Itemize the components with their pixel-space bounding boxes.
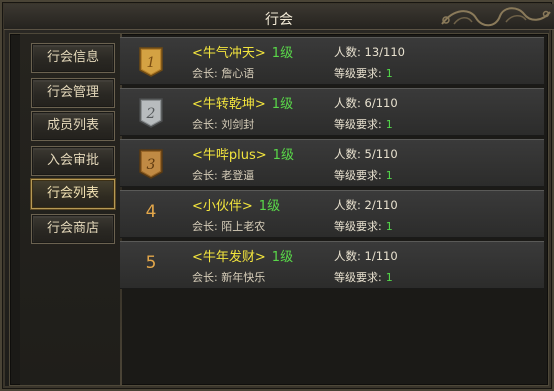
title-bar[interactable]: 行会: [4, 4, 554, 30]
guild-level: 1级: [258, 199, 281, 214]
sidebar-item-guild-list[interactable]: 行会列表: [31, 179, 115, 209]
guild-members: 人数: 13/110: [334, 45, 405, 59]
svg-text:2: 2: [146, 106, 156, 122]
guild-members: 人数: 6/110: [334, 96, 398, 110]
guild-row[interactable]: 2 <牛转乾坤> 1级 会长: 刘剑封 人数: 6/110 等级要求: 1: [120, 88, 544, 136]
svg-text:3: 3: [147, 157, 156, 173]
silver-rank-badge-icon: 2: [139, 98, 163, 128]
guild-row[interactable]: 4 <小伙伴> 1级 会长: 陌上老农 人数: 2/110 等级要求: 1: [120, 190, 544, 238]
guild-row[interactable]: 5 <牛年发财> 1级 会长: 新年快乐 人数: 1/110 等级要求: 1: [120, 241, 544, 289]
guild-window: 行会 行会信息 行会管理 成员列表 入会审批 行会列表 行会商店 1 <牛气冲天: [0, 0, 554, 391]
guild-leader: 会长: 刘剑封: [192, 118, 255, 131]
guild-row[interactable]: 3 <牛哔plus> 1级 会长: 老登逼 人数: 5/110 等级要求: 1: [120, 139, 544, 187]
guild-name: <牛年发财> 1级: [192, 250, 294, 265]
guild-level: 1级: [271, 46, 294, 61]
sidebar-item-member-list[interactable]: 成员列表: [31, 111, 115, 141]
guild-leader: 会长: 新年快乐: [192, 271, 266, 284]
guild-members: 人数: 5/110: [334, 147, 398, 161]
guild-level-requirement: 等级要求: 1: [334, 169, 393, 182]
guild-name: <小伙伴> 1级: [192, 199, 281, 214]
guild-level: 1级: [272, 148, 294, 163]
guild-rank: 5: [145, 253, 157, 273]
guild-level: 1级: [271, 97, 294, 112]
guild-leader: 会长: 老登逼: [192, 169, 255, 182]
dragon-ornament-icon: [441, 7, 551, 27]
guild-level-requirement: 等级要求: 1: [334, 118, 393, 131]
sidebar-item-guild-info[interactable]: 行会信息: [31, 43, 115, 73]
guild-members: 人数: 1/110: [334, 249, 398, 263]
bronze-rank-badge-icon: 3: [139, 149, 163, 179]
svg-text:1: 1: [147, 55, 156, 71]
guild-level: 1级: [271, 250, 294, 265]
guild-members: 人数: 2/110: [334, 198, 398, 212]
guild-level-requirement: 等级要求: 1: [334, 67, 393, 80]
guild-rank: 4: [145, 202, 157, 222]
content-frame: 行会信息 行会管理 成员列表 入会审批 行会列表 行会商店 1 <牛气冲天> 1级…: [9, 33, 549, 386]
guild-name: <牛气冲天> 1级: [192, 46, 294, 61]
sidebar-item-guild-shop[interactable]: 行会商店: [31, 214, 115, 244]
guild-level-requirement: 等级要求: 1: [334, 271, 393, 284]
sidebar-item-guild-management[interactable]: 行会管理: [31, 78, 115, 108]
guild-name: <牛转乾坤> 1级: [192, 97, 294, 112]
guild-leader: 会长: 陌上老农: [192, 220, 266, 233]
guild-row[interactable]: 1 <牛气冲天> 1级 会长: 詹心语 人数: 13/110 等级要求: 1: [120, 37, 544, 85]
guild-level-requirement: 等级要求: 1: [334, 220, 393, 233]
guild-leader: 会长: 詹心语: [192, 67, 255, 80]
sidebar-item-join-approval[interactable]: 入会审批: [31, 146, 115, 176]
guild-name: <牛哔plus> 1级: [192, 148, 294, 163]
gold-rank-badge-icon: 1: [139, 47, 163, 77]
sidebar: 行会信息 行会管理 成员列表 入会审批 行会列表 行会商店: [20, 34, 122, 385]
